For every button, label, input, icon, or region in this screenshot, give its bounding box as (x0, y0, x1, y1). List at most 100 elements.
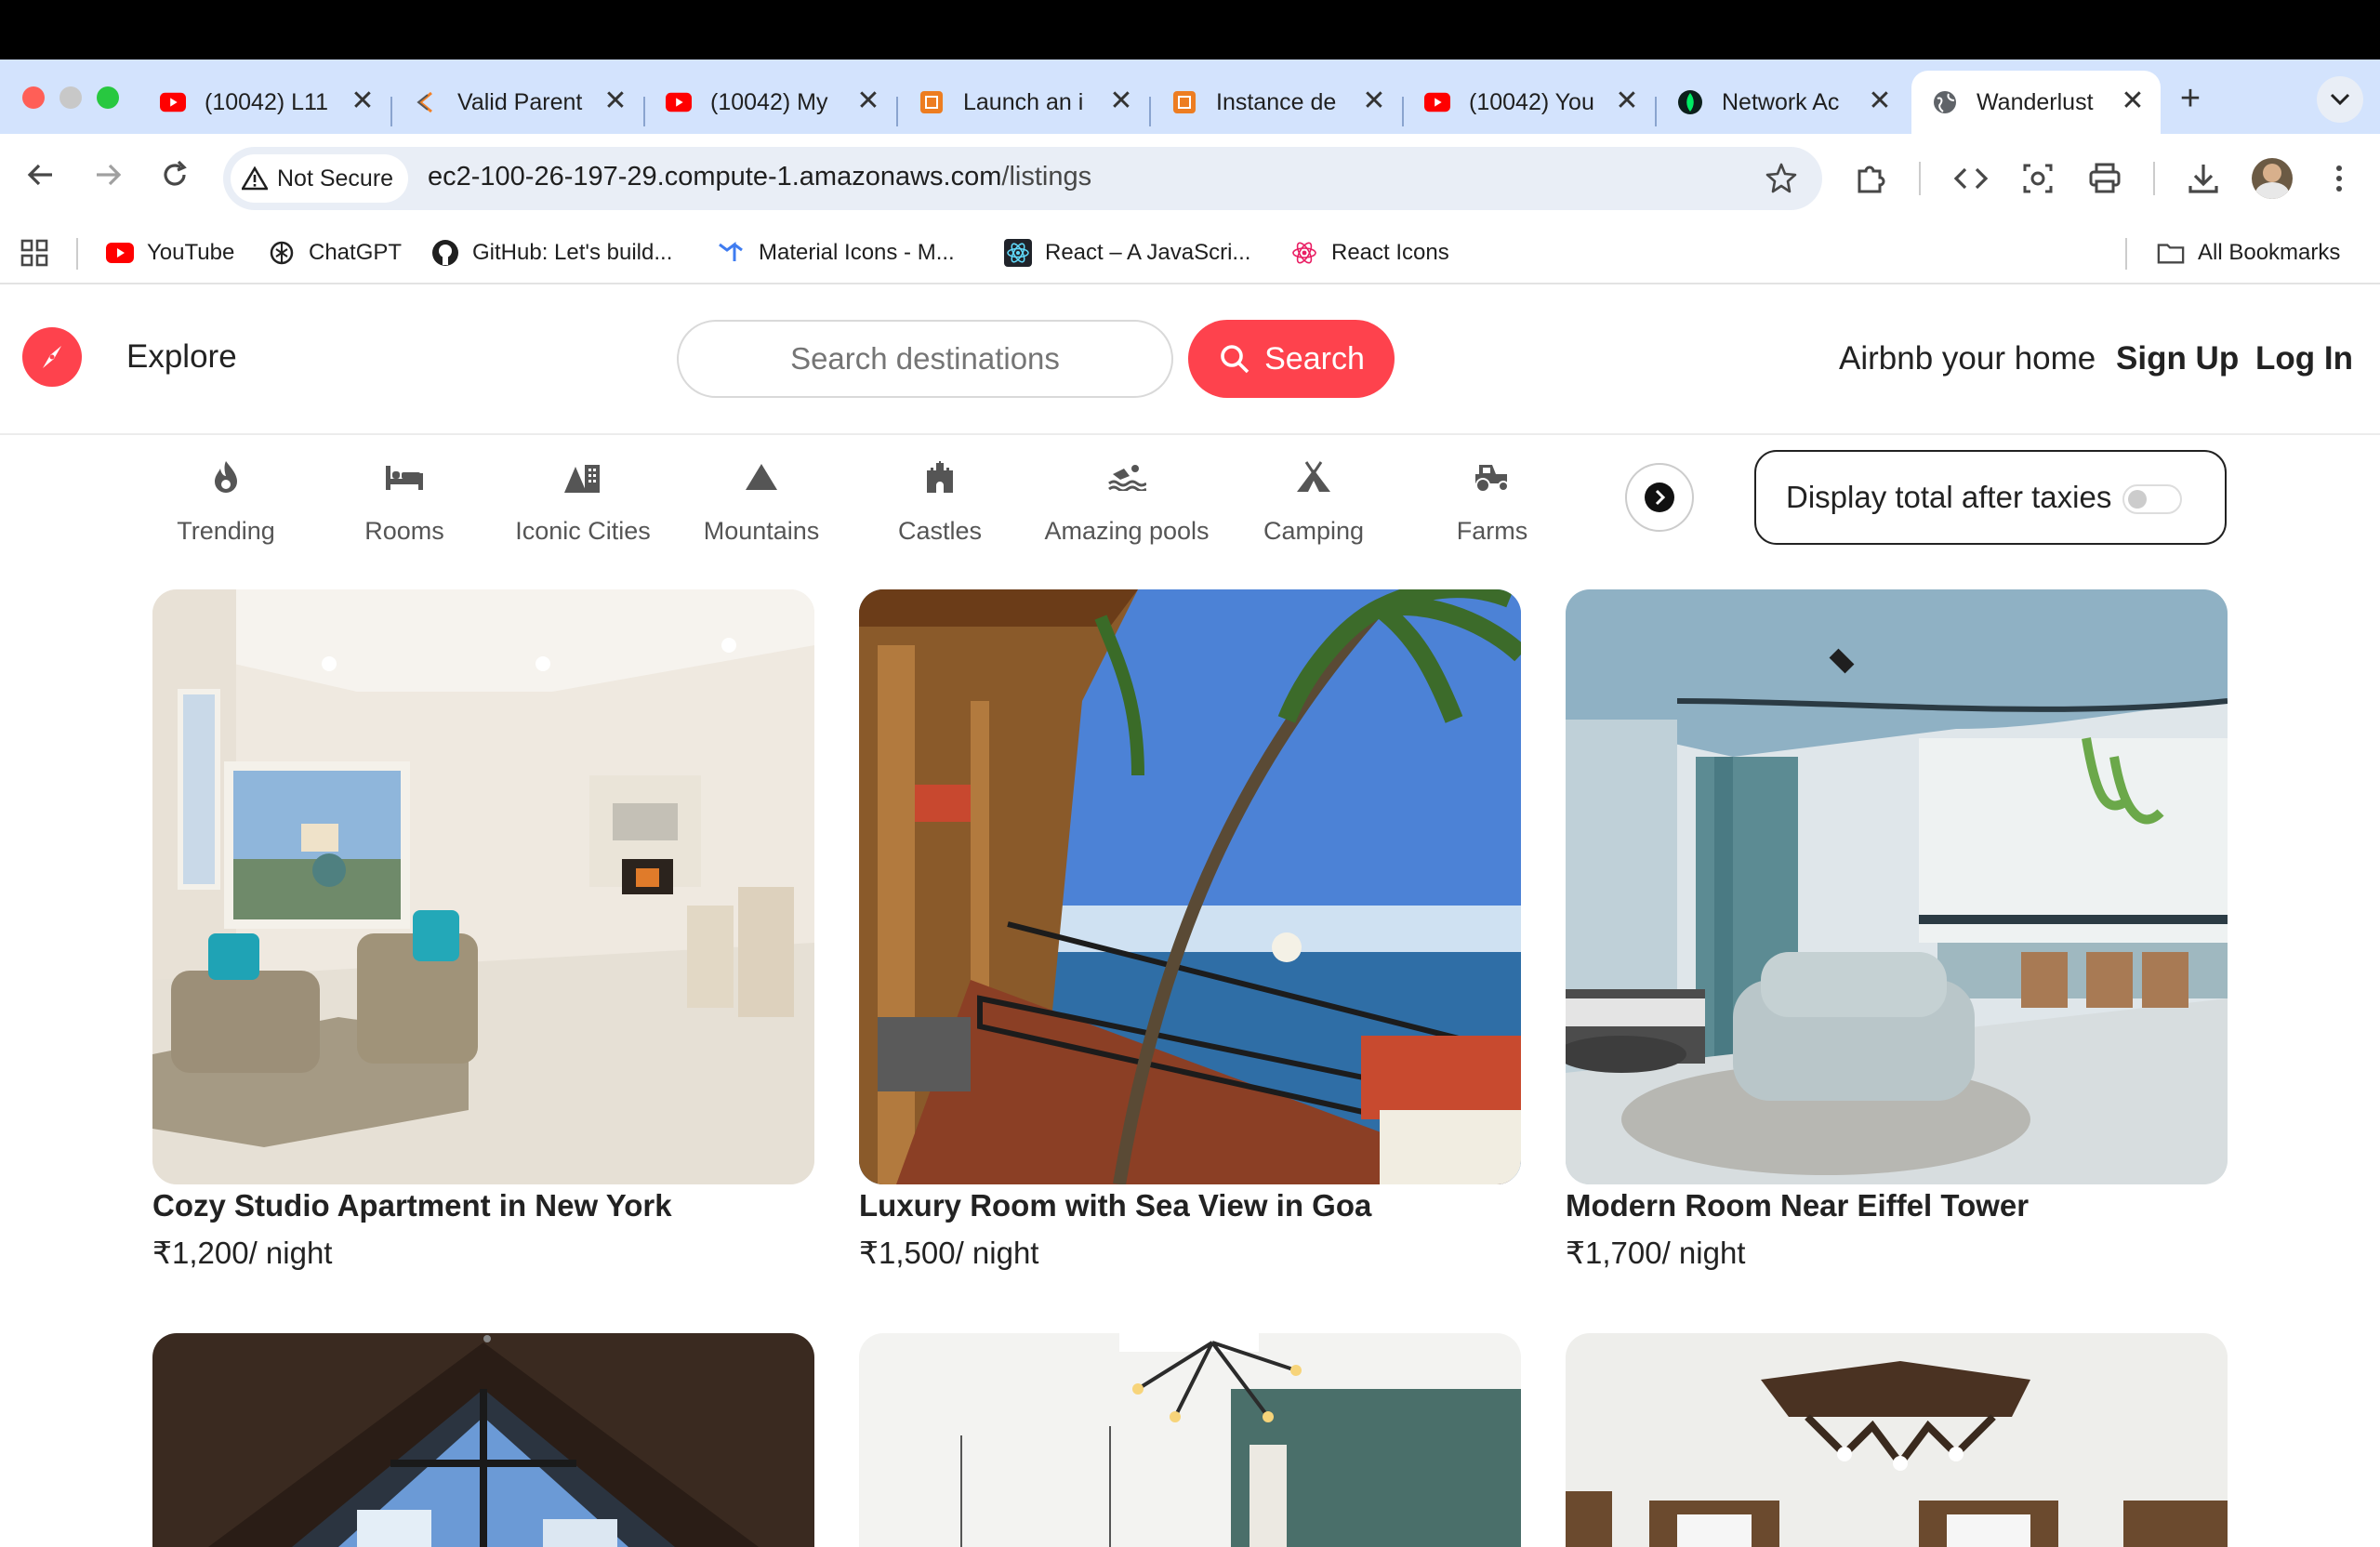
print-button[interactable] (2086, 160, 2123, 197)
youtube-icon (1424, 89, 1450, 115)
tax-switch[interactable] (2122, 484, 2182, 514)
filter-mountains[interactable]: Mountains (673, 454, 850, 546)
filter-iconic-cities[interactable]: Iconic Cities (495, 454, 671, 546)
close-icon[interactable]: ✕ (1106, 87, 1136, 117)
pool-icon (1038, 454, 1216, 500)
more-vert-icon (2336, 165, 2342, 192)
extensions-button[interactable] (1852, 160, 1889, 197)
browser-tab[interactable]: (10042) My ✕ (645, 71, 896, 134)
stack-icon (413, 89, 439, 115)
bookmark-item[interactable]: YouTube (106, 234, 234, 271)
filter-label: Rooms (364, 517, 444, 545)
close-icon[interactable]: ✕ (1612, 87, 1642, 117)
filter-trending[interactable]: Trending (138, 454, 314, 546)
switch-knob (2128, 490, 2147, 509)
listing-photo[interactable] (152, 589, 814, 1184)
bedroom-chandelier-photo (1566, 1333, 2228, 1547)
apps-button[interactable] (20, 234, 48, 271)
bookmark-star-button[interactable] (1765, 162, 1798, 195)
tab-title: Instance de (1216, 88, 1337, 115)
listing-card[interactable]: Cozy Studio Apartment in New York ₹1,200… (152, 589, 814, 1271)
aws-icon (919, 89, 945, 115)
bookmark-item[interactable]: ChatGPT (268, 234, 402, 271)
browser-tab[interactable]: (10042) L11 ✕ (139, 71, 390, 134)
browser-tab[interactable]: Launch an i ✕ (898, 71, 1149, 134)
bookmark-label: Material Icons - M... (759, 240, 955, 265)
avatar[interactable] (2252, 158, 2293, 199)
listing-card[interactable] (859, 1333, 1521, 1547)
forward-button[interactable] (87, 158, 128, 199)
close-icon[interactable]: ✕ (348, 87, 377, 117)
window-maximize-button[interactable] (97, 86, 119, 109)
listing-photo[interactable] (1566, 1333, 2228, 1547)
devtools-button[interactable] (1952, 160, 1990, 197)
filter-amazing-pools[interactable]: Amazing pools (1038, 454, 1216, 546)
close-icon[interactable]: ✕ (853, 87, 883, 117)
close-icon[interactable]: ✕ (1359, 87, 1389, 117)
bookmarks-bar: YouTube ChatGPT GitHub: Let's build... M… (0, 223, 2380, 284)
tab-title: (10042) L11 (205, 88, 328, 115)
close-icon[interactable]: ✕ (2118, 87, 2148, 117)
explore-link[interactable]: Explore (126, 338, 237, 376)
fire-icon (138, 454, 314, 500)
close-icon[interactable]: ✕ (1865, 87, 1895, 117)
browser-tab[interactable]: Instance de ✕ (1151, 71, 1402, 134)
browser-tab[interactable]: (10042) You ✕ (1404, 71, 1655, 134)
search-button[interactable]: Search (1188, 320, 1395, 398)
bookmark-item[interactable]: React – A JavaScri... (1004, 234, 1250, 271)
brand-logo[interactable] (22, 327, 82, 387)
sign-up-link[interactable]: Sign Up (2116, 340, 2239, 377)
listing-photo[interactable] (859, 1333, 1521, 1547)
security-chip[interactable]: Not Secure (231, 154, 409, 203)
filter-farms[interactable]: Farms (1404, 454, 1580, 546)
listing-price: ₹1,700/ night (1566, 1236, 1746, 1270)
all-bookmarks-button[interactable]: All Bookmarks (2157, 234, 2340, 271)
tab-search-button[interactable] (2317, 76, 2363, 123)
tab-title: Wanderlust (1977, 88, 2094, 115)
browser-menu-button[interactable] (2320, 160, 2358, 197)
browser-tab[interactable]: Network Ac ✕ (1657, 71, 1908, 134)
filter-castles[interactable]: Castles (852, 454, 1028, 546)
new-tab-button[interactable]: + (2170, 78, 2211, 119)
bookmark-item[interactable]: Material Icons - M... (718, 234, 955, 271)
url-text[interactable]: ec2-100-26-197-29.compute-1.amazonaws.co… (428, 162, 1091, 192)
listing-title[interactable]: Luxury Room with Sea View in Goa (859, 1188, 1521, 1223)
bookmark-label: YouTube (147, 240, 235, 265)
browser-tab[interactable]: Valid Parent ✕ (392, 71, 643, 134)
listing-photo[interactable] (859, 589, 1521, 1184)
lens-button[interactable] (2019, 160, 2056, 197)
browser-tab-active[interactable]: Wanderlust ✕ (1911, 71, 2161, 134)
address-bar[interactable]: Not Secure ec2-100-26-197-29.compute-1.a… (223, 147, 1822, 210)
listing-card[interactable] (1566, 1333, 2228, 1547)
listing-card[interactable] (152, 1333, 814, 1547)
tax-toggle[interactable]: Display total after taxies (1754, 450, 2227, 545)
listing-card[interactable]: Luxury Room with Sea View in Goa ₹1,500/… (859, 589, 1521, 1271)
close-icon[interactable]: ✕ (601, 87, 630, 117)
reload-button[interactable] (154, 158, 195, 199)
back-button[interactable] (20, 158, 61, 199)
listing-photo[interactable] (1566, 589, 2228, 1184)
bookmark-item[interactable]: GitHub: Let's build... (431, 234, 672, 271)
window-close-button[interactable] (22, 86, 45, 109)
airbnb-your-home-link[interactable]: Airbnb your home (1839, 340, 2096, 377)
filter-rooms[interactable]: Rooms (316, 454, 493, 546)
downloads-button[interactable] (2185, 160, 2222, 197)
bookmark-item[interactable]: React Icons (1290, 234, 1449, 271)
chatgpt-icon (268, 239, 296, 267)
log-in-link[interactable]: Log In (2255, 340, 2353, 377)
search-input[interactable] (677, 320, 1173, 398)
listing-card[interactable]: Modern Room Near Eiffel Tower ₹1,700/ ni… (1566, 589, 2228, 1271)
bookmarks-divider (2125, 238, 2127, 270)
filter-camping[interactable]: Camping (1225, 454, 1402, 546)
filters-next-button[interactable] (1625, 463, 1694, 532)
listing-price: ₹1,200/ night (152, 1236, 333, 1270)
youtube-icon (666, 89, 692, 115)
screen-top-bar (0, 0, 2380, 60)
listing-title[interactable]: Cozy Studio Apartment in New York (152, 1188, 814, 1223)
sea-balcony-photo (859, 589, 1521, 1184)
youtube-icon (160, 89, 186, 115)
listing-photo[interactable] (152, 1333, 814, 1547)
listing-title[interactable]: Modern Room Near Eiffel Tower (1566, 1188, 2228, 1223)
window-minimize-button[interactable] (60, 86, 82, 109)
tab-title: Network Ac (1722, 88, 1840, 115)
